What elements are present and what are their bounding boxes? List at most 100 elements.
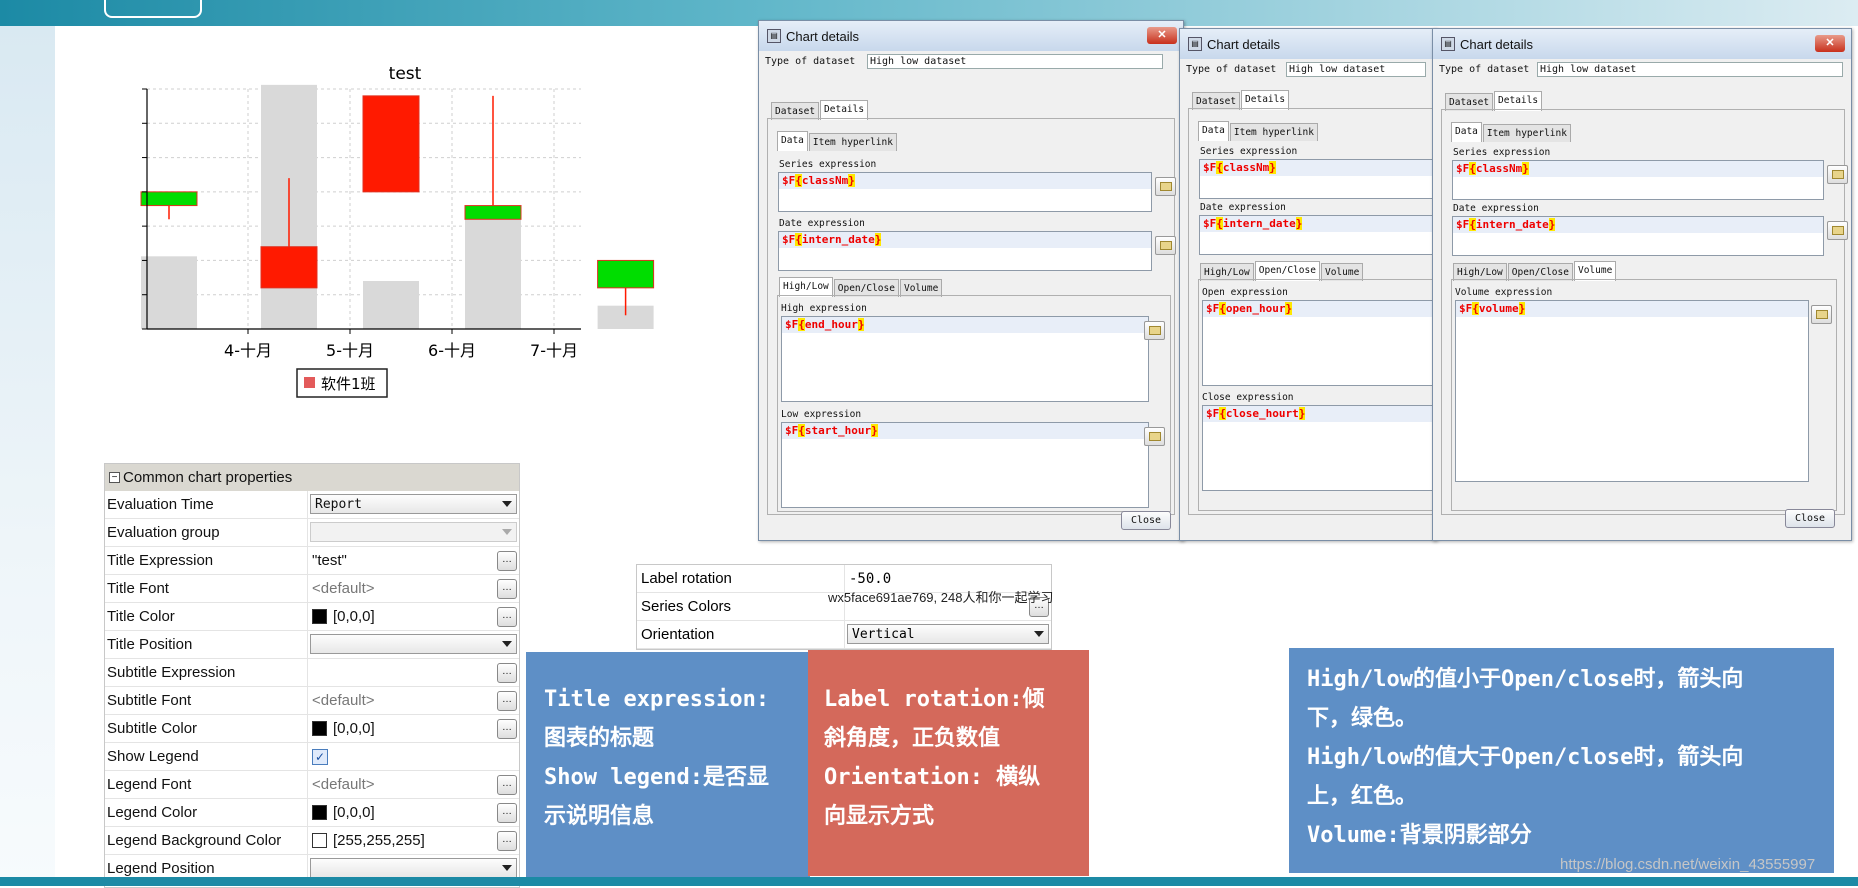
legend-label: 软件1班 xyxy=(321,375,376,393)
property-value[interactable]: "test"… xyxy=(308,547,519,574)
note-line: Title expression: xyxy=(544,687,770,712)
label-rotation-label: Label rotation xyxy=(637,565,845,592)
close-expression-field[interactable]: $F{close_hourt} xyxy=(1202,405,1436,491)
ellipsis-button[interactable]: … xyxy=(497,831,517,851)
tab-data[interactable]: Data xyxy=(777,131,808,151)
tab-open-close[interactable]: Open/Close xyxy=(1254,261,1320,281)
property-value[interactable] xyxy=(308,631,519,658)
series-value: classNm xyxy=(1222,161,1270,174)
date-label: Date expression xyxy=(1200,202,1286,213)
expression-editor-icon[interactable] xyxy=(1827,165,1848,184)
value-text: [255,255,255] xyxy=(333,832,425,849)
ellipsis-button[interactable]: … xyxy=(497,803,517,823)
field-prefix: $F xyxy=(785,318,799,331)
property-value[interactable]: … xyxy=(308,659,519,686)
date-expression-field[interactable]: $F{intern_date} xyxy=(778,231,1152,271)
tab-item-hyperlink[interactable]: Item hyperlink xyxy=(1229,123,1318,141)
close-button[interactable]: Close xyxy=(1785,509,1835,528)
properties-header-label: Common chart properties xyxy=(123,469,293,486)
property-label: Evaluation group xyxy=(105,519,308,546)
expression-editor-icon[interactable] xyxy=(1155,177,1176,196)
tab-high-low[interactable]: High/Low xyxy=(779,277,833,297)
series-expression-field[interactable]: $F{classNm} xyxy=(1199,159,1435,199)
checkbox[interactable]: ✓ xyxy=(312,748,328,765)
type-dropdown[interactable]: High low dataset xyxy=(1286,62,1426,77)
volume-expression-field[interactable]: $F{volume} xyxy=(1455,300,1809,482)
dropdown-value: Report xyxy=(315,496,362,512)
tab-data[interactable]: Data xyxy=(1198,121,1229,141)
dropdown[interactable] xyxy=(310,858,517,878)
series-expression-field[interactable]: $F{classNm} xyxy=(778,172,1152,212)
close-x-button[interactable]: ✕ xyxy=(1815,35,1845,52)
property-value[interactable]: [0,0,0] … xyxy=(308,799,519,826)
close-button[interactable]: Close xyxy=(1121,511,1171,530)
orientation-dropdown[interactable]: Vertical xyxy=(845,621,1051,648)
series-value: classNm xyxy=(1475,162,1523,175)
ellipsis-button[interactable]: … xyxy=(497,775,517,795)
property-row: Subtitle Color [0,0,0]… xyxy=(105,715,519,743)
ellipsis-button[interactable]: … xyxy=(497,691,517,711)
property-value[interactable]: [0,0,0]… xyxy=(308,715,519,742)
tab-details[interactable]: Details xyxy=(1241,90,1290,110)
tab-data[interactable]: Data xyxy=(1451,122,1482,142)
tab-details[interactable]: Details xyxy=(1494,91,1543,111)
dropdown[interactable]: Report xyxy=(310,494,517,514)
candle-body xyxy=(464,205,522,220)
chevron-down-icon xyxy=(502,529,512,535)
close-expression-label: Close expression xyxy=(1202,392,1294,403)
note-line: Orientation: 横纵 xyxy=(824,765,1041,790)
series-expression-field[interactable]: $F{classNm} xyxy=(1452,160,1824,200)
ellipsis-button[interactable]: … xyxy=(497,719,517,739)
high-expression-field[interactable]: $F{end_hour} xyxy=(781,316,1149,402)
dropdown[interactable] xyxy=(310,634,517,654)
low-expression-field[interactable]: $F{start_hour} xyxy=(781,422,1149,508)
left-background xyxy=(0,26,55,886)
property-value[interactable]: [255,255,255] … xyxy=(308,827,519,854)
expression-editor-icon[interactable] xyxy=(1144,321,1165,340)
dropdown[interactable] xyxy=(310,522,517,542)
type-dropdown[interactable]: High low dataset xyxy=(867,54,1163,69)
candle-body xyxy=(597,259,655,289)
color-swatch xyxy=(312,721,327,736)
property-value[interactable] xyxy=(308,519,519,546)
series-label: Series expression xyxy=(1453,147,1551,158)
series-value: classNm xyxy=(801,174,849,187)
ellipsis-button[interactable]: … xyxy=(497,607,517,627)
tab-details[interactable]: Details xyxy=(820,100,869,120)
date-value: intern_date xyxy=(1475,218,1549,231)
value-text: <default> xyxy=(312,776,375,793)
note-line: 向显示方式 xyxy=(824,804,935,829)
legend-swatch xyxy=(304,377,315,388)
type-dropdown[interactable]: High low dataset xyxy=(1537,62,1843,77)
date-expression-field[interactable]: $F{intern_date} xyxy=(1199,215,1435,255)
property-row: Subtitle Expression… xyxy=(105,659,519,687)
property-value[interactable]: ✓ xyxy=(308,743,519,770)
tab-item-hyperlink[interactable]: Item hyperlink xyxy=(1482,124,1571,142)
property-row: Title Font <default>… xyxy=(105,575,519,603)
expression-editor-icon[interactable] xyxy=(1827,221,1848,240)
type-label: Type of dataset xyxy=(765,56,856,67)
tab-item-hyperlink[interactable]: Item hyperlink xyxy=(808,133,897,151)
ellipsis-button[interactable]: … xyxy=(497,663,517,683)
expression-editor-icon[interactable] xyxy=(1144,427,1165,446)
expression-editor-icon[interactable] xyxy=(1811,305,1832,324)
volume-value: volume xyxy=(1478,302,1519,315)
value-text: [0,0,0] xyxy=(333,804,375,821)
open-expression-field[interactable]: $F{open_hour} xyxy=(1202,300,1436,386)
date-expression-field[interactable]: $F{intern_date} xyxy=(1452,216,1824,256)
type-label: Type of dataset xyxy=(1439,64,1530,75)
ellipsis-button[interactable]: … xyxy=(497,579,517,599)
collapse-icon[interactable]: − xyxy=(109,472,120,483)
tab-volume[interactable]: Volume xyxy=(1573,261,1617,281)
property-value[interactable]: <default>… xyxy=(308,575,519,602)
low-label: Low expression xyxy=(781,409,862,420)
close-x-button[interactable]: ✕ xyxy=(1147,27,1177,44)
x-tick-label: 7-十月 xyxy=(530,341,578,360)
property-value[interactable]: <default>… xyxy=(308,687,519,714)
properties-header[interactable]: − Common chart properties xyxy=(105,464,519,491)
ellipsis-button[interactable]: … xyxy=(497,551,517,571)
property-value[interactable]: Report xyxy=(308,491,519,518)
expression-editor-icon[interactable] xyxy=(1155,236,1176,255)
property-value[interactable]: <default> … xyxy=(308,771,519,798)
property-value[interactable]: [0,0,0]… xyxy=(308,603,519,630)
